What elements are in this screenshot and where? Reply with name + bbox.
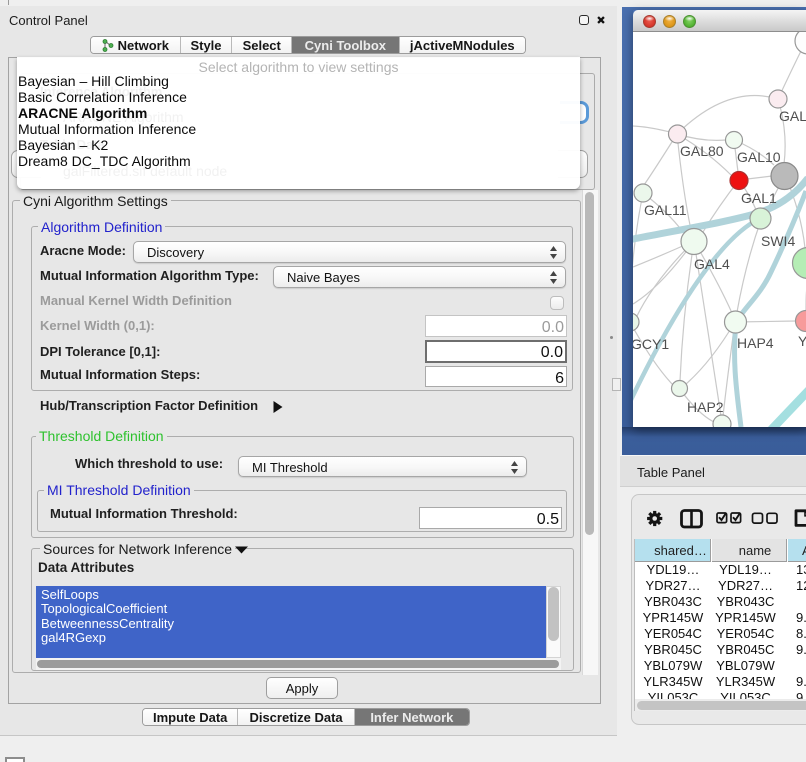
svg-text:GAL1: GAL1 xyxy=(741,190,777,206)
svg-text:SWI4: SWI4 xyxy=(761,233,795,249)
svg-text:GAL2: GAL2 xyxy=(779,108,806,124)
svg-text:HAP2: HAP2 xyxy=(687,399,724,415)
svg-text:GAL10: GAL10 xyxy=(737,149,781,165)
svg-text:Y: Y xyxy=(798,333,806,349)
svg-text:GAL80: GAL80 xyxy=(680,143,724,159)
svg-text:GAL4: GAL4 xyxy=(694,256,730,272)
svg-text:GAL11: GAL11 xyxy=(644,202,687,218)
svg-text:HAP4: HAP4 xyxy=(737,335,774,351)
svg-text:GCY1: GCY1 xyxy=(633,336,669,352)
